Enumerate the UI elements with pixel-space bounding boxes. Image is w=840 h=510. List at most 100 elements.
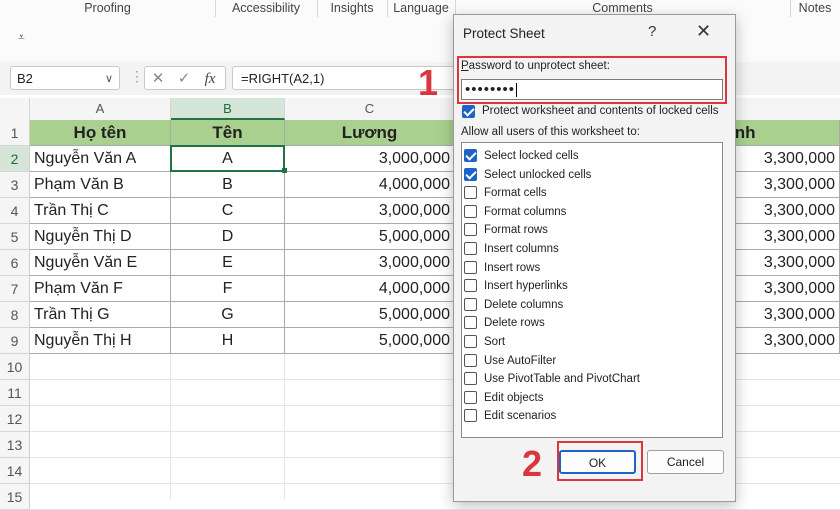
- salary-cell[interactable]: 5,000,000: [285, 302, 455, 328]
- row-header[interactable]: 5: [0, 224, 30, 250]
- row-header[interactable]: 3: [0, 172, 30, 198]
- permission-checkbox[interactable]: [464, 353, 477, 367]
- cancel-button[interactable]: Cancel: [647, 450, 724, 474]
- permission-checkbox[interactable]: [464, 279, 477, 293]
- row-header[interactable]: 13: [0, 432, 30, 458]
- permission-item[interactable]: Select locked cells: [462, 147, 712, 165]
- cancel-icon[interactable]: ✕: [145, 67, 171, 91]
- row-header[interactable]: 12: [0, 406, 30, 432]
- given-name-cell[interactable]: H: [171, 328, 285, 354]
- row-header[interactable]: 15: [0, 484, 30, 510]
- permission-item[interactable]: Delete rows: [462, 314, 712, 332]
- name-cell[interactable]: Phạm Văn B: [30, 172, 171, 198]
- enter-icon[interactable]: ✓: [171, 67, 197, 91]
- row-header[interactable]: 6: [0, 250, 30, 276]
- salary-cell[interactable]: 4,000,000: [285, 172, 455, 198]
- permission-item[interactable]: Format cells: [462, 184, 712, 202]
- permission-item[interactable]: Select unlocked cells: [462, 166, 712, 184]
- permission-checkbox[interactable]: [464, 409, 477, 423]
- salary-cell[interactable]: 5,000,000: [285, 328, 455, 354]
- ribbon-group-language[interactable]: Language: [387, 0, 456, 17]
- annotation-step-1: 1: [418, 62, 439, 103]
- given-name-cell[interactable]: F: [171, 276, 285, 302]
- row-header[interactable]: 14: [0, 458, 30, 484]
- name-cell[interactable]: Nguyễn Văn E: [30, 250, 171, 276]
- name-cell[interactable]: Nguyễn Thị H: [30, 328, 171, 354]
- ribbon-group-accessibility[interactable]: Accessibility: [215, 0, 318, 17]
- row-header[interactable]: 11: [0, 380, 30, 406]
- protect-worksheet-label: Protect worksheet and contents of locked…: [482, 105, 719, 117]
- permission-checkbox[interactable]: [464, 297, 477, 311]
- column-header-a[interactable]: A: [30, 98, 171, 120]
- help-icon[interactable]: ?: [648, 23, 656, 40]
- permission-checkbox[interactable]: [464, 204, 477, 218]
- permission-checkbox[interactable]: [464, 223, 477, 237]
- row-header[interactable]: 2: [0, 146, 30, 172]
- row-header[interactable]: 10: [0, 354, 30, 380]
- permission-checkbox[interactable]: [464, 335, 477, 348]
- permission-label: Select locked cells: [484, 150, 579, 162]
- permission-checkbox[interactable]: [464, 149, 477, 162]
- given-name-cell[interactable]: G: [171, 302, 285, 328]
- permission-item[interactable]: Edit objects: [462, 389, 712, 407]
- permission-item[interactable]: Insert columns: [462, 240, 712, 258]
- row-header[interactable]: 9: [0, 328, 30, 354]
- formula-tools: ✕ ✓ fx: [144, 66, 226, 90]
- salary-cell[interactable]: 3,000,000: [285, 146, 455, 172]
- salary-cell[interactable]: 3,000,000: [285, 198, 455, 224]
- header-cell[interactable]: Họ tên: [30, 120, 171, 146]
- permission-checkbox[interactable]: [464, 316, 477, 330]
- permission-checkbox[interactable]: [464, 242, 477, 255]
- permission-checkbox[interactable]: [464, 372, 477, 386]
- name-cell[interactable]: Trần Thị G: [30, 302, 171, 328]
- permissions-list[interactable]: Select locked cells Select unlocked cells…: [461, 142, 723, 438]
- permission-checkbox[interactable]: [464, 390, 477, 404]
- name-cell[interactable]: Trần Thị C: [30, 198, 171, 224]
- salary-cell[interactable]: 4,000,000: [285, 276, 455, 302]
- given-name-cell[interactable]: E: [171, 250, 285, 276]
- header-cell[interactable]: Lương: [285, 120, 455, 146]
- row-header[interactable]: 1: [0, 120, 30, 146]
- permission-item[interactable]: Format rows: [462, 221, 712, 239]
- permission-label: Select unlocked cells: [484, 168, 592, 181]
- customize-qat-icon[interactable]: ⩡: [18, 30, 25, 45]
- salary-cell[interactable]: 5,000,000: [285, 224, 455, 250]
- chevron-down-icon[interactable]: ∨: [105, 67, 113, 91]
- permission-item[interactable]: Use AutoFilter: [462, 352, 712, 370]
- fill-handle[interactable]: [282, 168, 287, 173]
- column-header-b[interactable]: B: [171, 98, 285, 120]
- close-icon[interactable]: ✕: [696, 21, 711, 42]
- given-name-cell[interactable]: C: [171, 198, 285, 224]
- permission-label: Insert hyperlinks: [484, 280, 568, 293]
- ribbon-group-proofing[interactable]: Proofing: [0, 0, 216, 17]
- permission-label: Edit scenarios: [484, 410, 557, 423]
- header-cell[interactable]: Tên: [171, 120, 285, 146]
- permission-item[interactable]: Format columns: [462, 203, 712, 221]
- row-header[interactable]: 8: [0, 302, 30, 328]
- select-all-corner[interactable]: [0, 98, 30, 120]
- name-box[interactable]: B2 ∨: [10, 66, 120, 90]
- row-header[interactable]: 4: [0, 198, 30, 224]
- ribbon-group-notes[interactable]: Notes: [790, 0, 840, 17]
- permission-item[interactable]: Delete columns: [462, 296, 712, 314]
- permission-item[interactable]: Insert hyperlinks: [462, 277, 712, 295]
- protect-worksheet-checkbox[interactable]: [462, 105, 475, 118]
- permission-checkbox[interactable]: [464, 167, 477, 181]
- permission-checkbox[interactable]: [464, 186, 477, 200]
- permission-item[interactable]: Sort: [462, 333, 712, 351]
- name-cell[interactable]: Nguyễn Thị D: [30, 224, 171, 250]
- permission-item[interactable]: Insert rows: [462, 259, 712, 277]
- name-cell[interactable]: Phạm Văn F: [30, 276, 171, 302]
- permission-checkbox[interactable]: [464, 260, 477, 274]
- salary-cell[interactable]: 3,000,000: [285, 250, 455, 276]
- more-options-icon: ⋮: [130, 68, 144, 84]
- permission-item[interactable]: Use PivotTable and PivotChart: [462, 370, 712, 388]
- insert-function-icon[interactable]: fx: [197, 67, 223, 91]
- name-cell[interactable]: Nguyễn Văn A: [30, 146, 171, 172]
- row-header[interactable]: 7: [0, 276, 30, 302]
- given-name-cell[interactable]: B: [171, 172, 285, 198]
- permission-label: Use AutoFilter: [484, 354, 557, 367]
- given-name-cell[interactable]: D: [171, 224, 285, 250]
- permission-item[interactable]: Edit scenarios: [462, 407, 712, 425]
- ribbon-group-insights[interactable]: Insights: [317, 0, 388, 17]
